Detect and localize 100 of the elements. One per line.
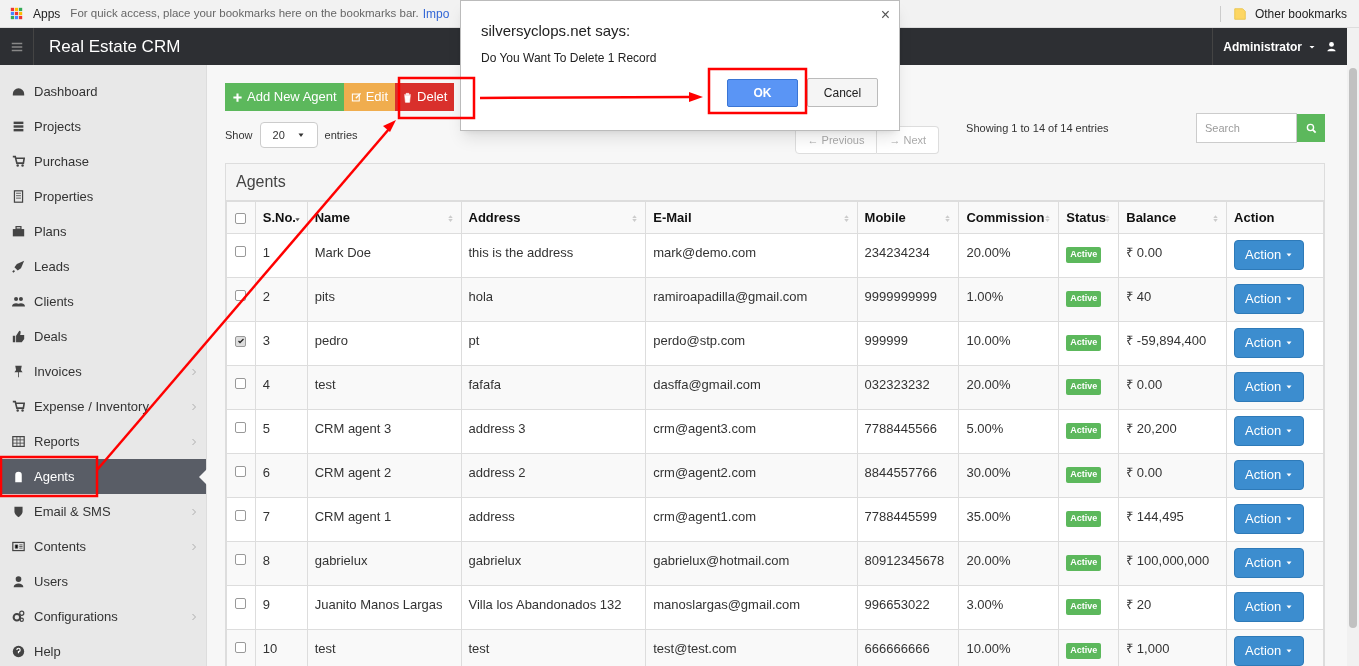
table-cell: ₹ 40 bbox=[1126, 289, 1152, 304]
column-header[interactable]: Balance bbox=[1118, 201, 1227, 234]
table-cell: ₹ 100,000,000 bbox=[1126, 553, 1210, 568]
action-button[interactable]: Action bbox=[1234, 416, 1305, 446]
sidebar-item[interactable]: Properties bbox=[0, 179, 206, 214]
status-badge: Active bbox=[1066, 379, 1102, 395]
column-header[interactable]: E-Mail bbox=[645, 201, 858, 234]
sidebar-item[interactable]: Projects bbox=[0, 109, 206, 144]
table-cell: ₹ 0.00 bbox=[1126, 465, 1163, 480]
table-cell: 8 bbox=[262, 553, 270, 568]
table-cell: address 2 bbox=[468, 465, 526, 480]
gears-icon bbox=[12, 610, 25, 623]
search-field[interactable]: Search bbox=[1196, 113, 1297, 143]
table-cell: gabrielux bbox=[468, 553, 522, 568]
cart-icon bbox=[12, 400, 25, 413]
rocket-icon bbox=[12, 260, 25, 273]
sidebar-item[interactable]: Clients bbox=[0, 284, 206, 319]
table-cell: 20.00% bbox=[966, 553, 1011, 568]
delete-button[interactable]: Delet bbox=[395, 83, 455, 111]
checkbox[interactable] bbox=[235, 290, 247, 301]
checkbox[interactable] bbox=[235, 246, 247, 257]
table-cell: Villa los Abandonados 132 bbox=[468, 597, 622, 612]
action-button[interactable]: Action bbox=[1234, 504, 1305, 534]
table-cell: 10 bbox=[262, 641, 278, 656]
sidebar-item[interactable]: Contents bbox=[0, 529, 206, 564]
shield-icon bbox=[12, 505, 25, 518]
selection-pointer bbox=[199, 469, 207, 485]
action-button[interactable]: Action bbox=[1234, 548, 1305, 578]
checkbox[interactable] bbox=[235, 598, 247, 609]
close-button[interactable]: × bbox=[880, 7, 890, 23]
import-link[interactable]: Impo bbox=[422, 4, 450, 23]
checkbox[interactable] bbox=[235, 212, 247, 224]
sidebar-item[interactable]: Dashboard bbox=[0, 74, 206, 109]
entries-info: Showing 1 to 14 of 14 entries bbox=[966, 120, 1109, 136]
table-cell: 1 bbox=[262, 245, 270, 260]
table-cell: 20.00% bbox=[966, 377, 1011, 392]
checkbox[interactable] bbox=[235, 510, 247, 521]
sidebar-item[interactable]: Expense / Inventory bbox=[0, 389, 206, 424]
action-button[interactable]: Action bbox=[1234, 328, 1305, 358]
action-button[interactable]: Action bbox=[1234, 240, 1305, 270]
table-cell: test@test.com bbox=[653, 641, 737, 656]
sidebar-item[interactable]: Users bbox=[0, 564, 206, 599]
checkbox[interactable] bbox=[235, 422, 247, 433]
caret-icon bbox=[1285, 471, 1294, 479]
column-header[interactable]: Status bbox=[1058, 201, 1119, 234]
dialog-message: Do You Want To Delete 1 Record bbox=[481, 50, 657, 67]
table-cell: 10.00% bbox=[966, 333, 1011, 348]
sidebar-item[interactable]: Agents bbox=[0, 459, 206, 494]
sidebar-item[interactable]: Invoices bbox=[0, 354, 206, 389]
scrollbar-thumb[interactable] bbox=[1349, 68, 1357, 628]
sidebar-item[interactable]: Help bbox=[0, 634, 206, 666]
checkbox[interactable] bbox=[235, 378, 247, 389]
table-cell: 1.00% bbox=[966, 289, 1004, 304]
page-size-select[interactable]: 20 bbox=[259, 122, 318, 148]
table-cell: CRM agent 3 bbox=[314, 421, 392, 436]
checkbox[interactable] bbox=[235, 335, 247, 347]
search-button[interactable] bbox=[1297, 114, 1325, 142]
checkbox[interactable] bbox=[235, 642, 247, 653]
table-cell: this is the address bbox=[468, 245, 574, 260]
column-header[interactable]: Action bbox=[1226, 201, 1324, 234]
action-button[interactable]: Action bbox=[1234, 592, 1305, 622]
table-cell: pt bbox=[468, 333, 480, 348]
thumbs-up-icon bbox=[12, 330, 25, 343]
edit-icon bbox=[350, 91, 362, 103]
column-header[interactable]: S.No. bbox=[255, 201, 308, 234]
table-cell: gabrielux@hotmail.com bbox=[653, 553, 790, 568]
sidebar-item[interactable]: Reports bbox=[0, 424, 206, 459]
table-cell: manoslargas@gmail.com bbox=[653, 597, 801, 612]
table-cell: ₹ 144,495 bbox=[1126, 509, 1184, 524]
table-cell: gabrielux bbox=[314, 553, 368, 568]
trash-icon bbox=[402, 91, 414, 103]
action-button[interactable]: Action bbox=[1234, 460, 1305, 490]
caret-icon bbox=[1285, 515, 1294, 523]
table-cell: address 3 bbox=[468, 421, 526, 436]
table-cell: 4 bbox=[262, 377, 270, 392]
table-cell: 996653022 bbox=[864, 597, 930, 612]
sidebar-item[interactable]: Purchase bbox=[0, 144, 206, 179]
column-header[interactable]: Name bbox=[307, 201, 461, 234]
apps-link[interactable]: Apps bbox=[33, 4, 61, 23]
column-header[interactable]: Address bbox=[461, 201, 646, 234]
caret-icon bbox=[1285, 339, 1294, 347]
column-header[interactable]: Mobile bbox=[857, 201, 959, 234]
user-icon bbox=[12, 575, 25, 588]
sidebar-item[interactable]: Leads bbox=[0, 249, 206, 284]
sidebar-item[interactable]: Plans bbox=[0, 214, 206, 249]
other-bookmarks[interactable]: Other bookmarks bbox=[1254, 4, 1347, 23]
caret-icon bbox=[1285, 647, 1294, 655]
table-cell: 5.00% bbox=[966, 421, 1004, 436]
sidebar-item[interactable]: Configurations bbox=[0, 599, 206, 634]
table-cell: Juanito Manos Largas bbox=[314, 597, 443, 612]
sidebar-item[interactable]: Email & SMS bbox=[0, 494, 206, 529]
checkbox[interactable] bbox=[235, 554, 247, 565]
sidebar-item[interactable]: Deals bbox=[0, 319, 206, 354]
folder-icon bbox=[1232, 6, 1247, 21]
column-header[interactable]: Commission bbox=[958, 201, 1059, 234]
action-button[interactable]: Action bbox=[1234, 284, 1305, 314]
cancel-button[interactable]: Cancel bbox=[807, 78, 878, 107]
action-button[interactable]: Action bbox=[1234, 636, 1305, 666]
action-button[interactable]: Action bbox=[1234, 372, 1305, 402]
checkbox[interactable] bbox=[235, 466, 247, 477]
